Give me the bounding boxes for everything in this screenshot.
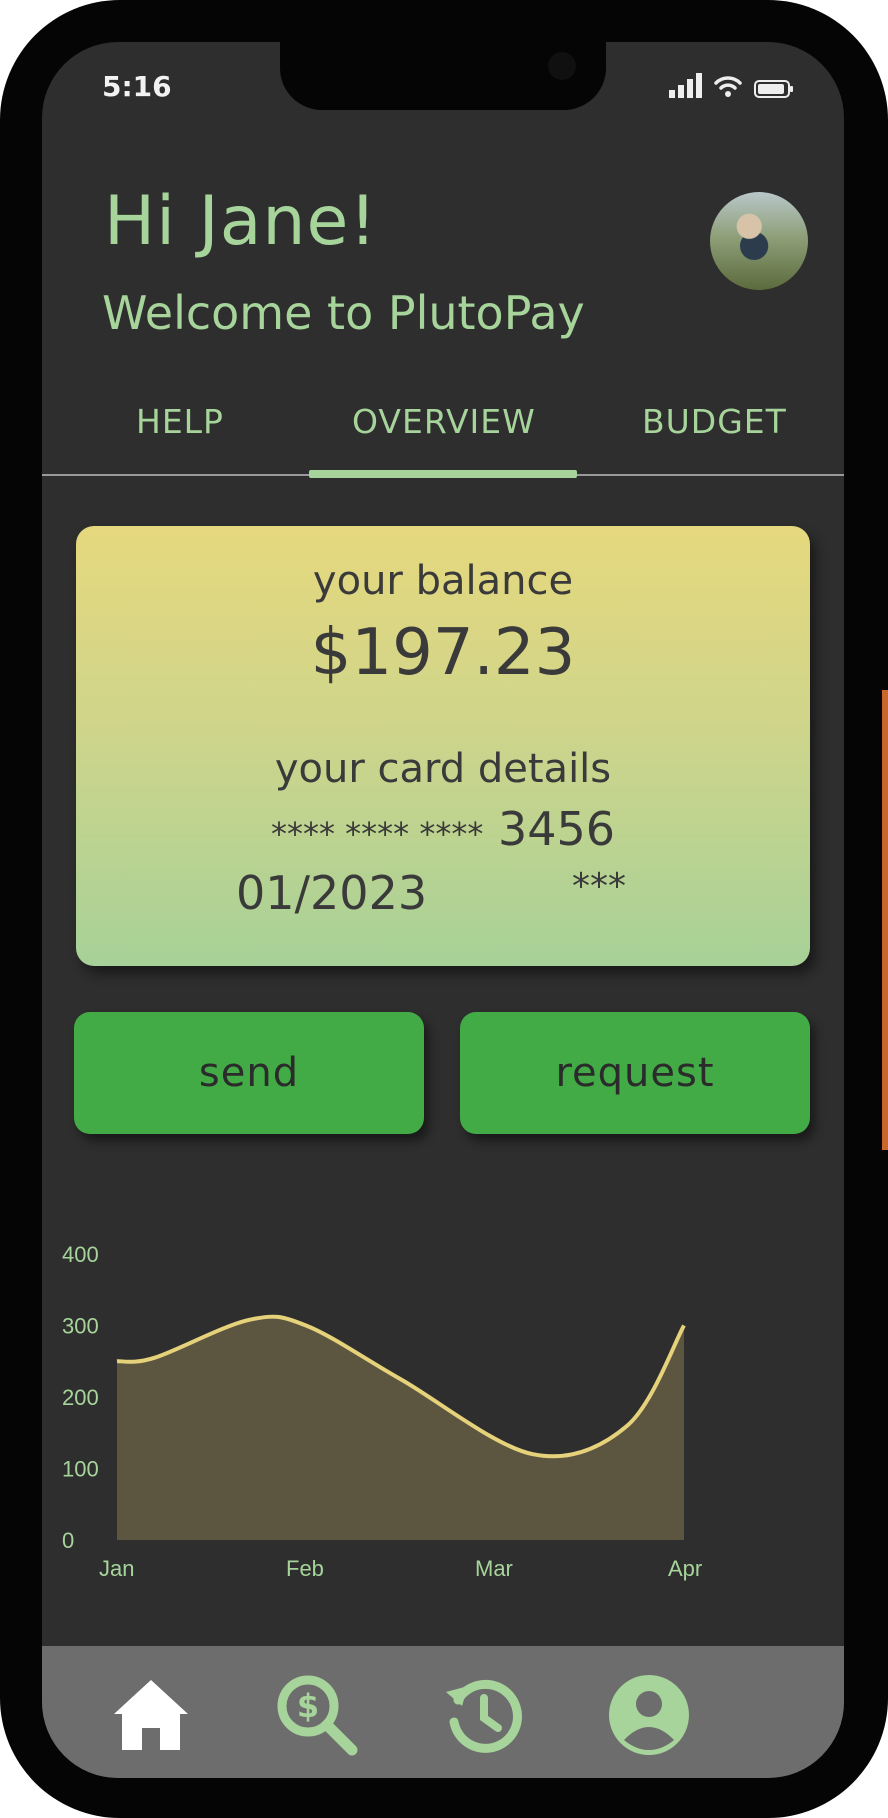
chart-area-fill: [117, 1316, 684, 1540]
phone-frame: 5:16 Hi Jane! Welcome to PlutoPay HELP O…: [0, 0, 888, 1818]
y-tick-label: 100: [62, 1457, 99, 1482]
y-tick-label: 400: [62, 1242, 99, 1267]
bottom-nav: $: [42, 1646, 844, 1778]
card-expiry: 01/2023: [236, 866, 428, 920]
front-camera: [548, 52, 576, 80]
tab-help[interactable]: HELP: [136, 402, 224, 441]
x-tick-label: Apr: [668, 1556, 702, 1581]
y-tick-label: 200: [62, 1385, 99, 1410]
card-details-label: your card details: [274, 746, 612, 792]
balance-amount: $197.23: [310, 616, 576, 690]
greeting-title: Hi Jane!: [104, 182, 378, 261]
app-screen: 5:16 Hi Jane! Welcome to PlutoPay HELP O…: [42, 42, 844, 1778]
home-icon[interactable]: [106, 1670, 196, 1760]
balance-chart: 0 100 200 300 400 Jan Feb Mar Apr: [62, 1242, 702, 1581]
balance-label: your balance: [312, 558, 574, 604]
search-money-icon[interactable]: $: [272, 1670, 362, 1760]
card-number-masked: **** **** ****: [270, 815, 484, 853]
history-icon[interactable]: [438, 1670, 528, 1760]
y-tick-label: 0: [62, 1528, 74, 1553]
x-tick-label: Jan: [99, 1556, 134, 1581]
svg-text:$: $: [297, 1687, 319, 1725]
avatar[interactable]: [710, 192, 808, 290]
welcome-subtitle: Welcome to PlutoPay: [102, 286, 585, 340]
notch: [280, 42, 606, 110]
wifi-icon: [714, 76, 742, 97]
side-button-accent: [882, 690, 888, 1150]
tab-budget[interactable]: BUDGET: [642, 402, 787, 441]
x-tick-label: Feb: [286, 1556, 324, 1581]
y-tick-label: 300: [62, 1314, 99, 1339]
battery-icon: [754, 80, 793, 98]
profile-icon[interactable]: [604, 1670, 694, 1760]
signal-icon: [669, 72, 702, 98]
status-icons: [669, 72, 793, 98]
tab-bar: HELP OVERVIEW BUDGET: [42, 402, 844, 462]
x-tick-label: Mar: [475, 1556, 513, 1581]
card-number: **** **** **** 3456: [76, 802, 810, 856]
status-time: 5:16: [102, 70, 172, 103]
request-button[interactable]: request: [460, 1012, 810, 1134]
balance-card: your balance $197.23 your card details *…: [76, 526, 810, 966]
tab-overview[interactable]: OVERVIEW: [352, 402, 536, 441]
send-button[interactable]: send: [74, 1012, 424, 1134]
card-cvv: ***: [572, 866, 626, 907]
active-tab-indicator: [309, 470, 577, 478]
card-number-last4: 3456: [497, 802, 616, 856]
